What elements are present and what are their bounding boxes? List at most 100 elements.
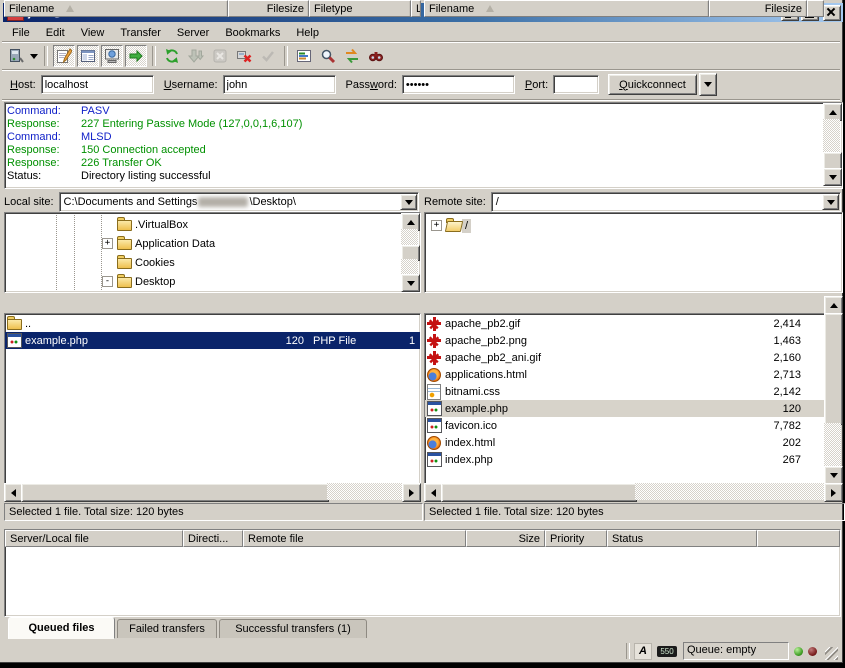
synchronized-browsing-icon[interactable] <box>341 45 363 67</box>
remote-file-row[interactable]: favicon.ico 7,782 <box>425 417 825 434</box>
local-tree-scroll-track[interactable] <box>401 259 418 274</box>
html-file-icon <box>427 436 441 450</box>
menu-item[interactable]: File <box>4 26 38 40</box>
port-input[interactable] <box>553 75 599 94</box>
local-file-row[interactable]: example.php 120 PHP File 1 <box>5 332 420 349</box>
remote-file-row[interactable]: bitnami.css 2,142 <box>425 383 825 400</box>
local-tree-item[interactable]: - Desktop <box>5 272 420 291</box>
tree-expander-icon[interactable]: - <box>102 276 113 287</box>
local-site-dropdown-icon[interactable] <box>400 194 417 210</box>
disconnect-icon[interactable] <box>233 45 255 67</box>
quickconnect-dropdown-icon[interactable] <box>699 73 717 96</box>
tab-queued-files[interactable]: Queued files <box>8 617 115 639</box>
local-hscroll-track[interactable] <box>327 483 402 500</box>
remote-file-row[interactable]: apache_pb2.png 1,463 <box>425 332 825 349</box>
local-tree-item[interactable]: + Application Data <box>5 234 420 253</box>
speed-limit-icon[interactable]: 550 <box>657 646 677 657</box>
html-file-icon <box>427 368 441 382</box>
queue-column-status[interactable]: Status <box>607 530 757 547</box>
remote-file-row[interactable]: example.php 120 <box>425 400 825 417</box>
password-input[interactable] <box>402 75 515 94</box>
log-scroll-track[interactable] <box>823 119 840 152</box>
toggle-transfer-queue-icon[interactable] <box>125 45 147 67</box>
local-column-filename[interactable]: Filename <box>4 0 228 17</box>
log-scroll-down-button[interactable] <box>823 168 842 186</box>
menu-item[interactable]: Server <box>169 26 217 40</box>
local-file-row[interactable]: .. <box>5 315 420 332</box>
remote-scroll-track[interactable] <box>824 423 841 466</box>
statusbar-separator <box>626 643 630 659</box>
toggle-local-tree-icon[interactable] <box>77 45 99 67</box>
quickconnect-button[interactable]: Quickconnect <box>608 74 697 95</box>
remote-hscroll-track[interactable] <box>635 483 824 500</box>
local-hscroll-thumb[interactable] <box>21 483 329 502</box>
image-file-icon <box>427 351 441 365</box>
local-tree-scroll-down-button[interactable] <box>401 274 420 292</box>
tab-failed-transfers[interactable]: Failed transfers <box>117 619 217 638</box>
queue-column-priority[interactable]: Priority <box>545 530 607 547</box>
remote-site-combo[interactable]: / <box>491 192 841 212</box>
remote-hscroll-thumb[interactable] <box>441 483 637 502</box>
reconnect-icon[interactable] <box>257 45 279 67</box>
remote-site-dropdown-icon[interactable] <box>822 194 839 210</box>
log-row: Command:MLSD <box>5 131 842 144</box>
image-file-icon <box>427 334 441 348</box>
close-button[interactable] <box>823 5 841 21</box>
remote-file-row[interactable]: apache_pb2.gif 2,414 <box>425 315 825 332</box>
password-label: Password: <box>346 79 397 91</box>
local-column-filetype[interactable]: Filetype <box>309 0 411 17</box>
local-tree-item[interactable]: Cookies <box>5 253 420 272</box>
local-site-combo[interactable]: C:\Documents and Settings\Desktop\ <box>59 192 419 212</box>
find-files-icon[interactable] <box>365 45 387 67</box>
transfer-queue: Server/Local file Directi... Remote file… <box>4 529 841 617</box>
remote-scroll-thumb[interactable] <box>824 313 843 425</box>
tree-expander-icon[interactable]: + <box>431 220 442 231</box>
log-row: Response:227 Entering Passive Mode (127,… <box>5 118 842 131</box>
toggle-message-log-icon[interactable] <box>53 45 75 67</box>
remote-file-row[interactable]: applications.html 2,713 <box>425 366 825 383</box>
process-queue-icon[interactable] <box>185 45 207 67</box>
local-scroll-right-button[interactable] <box>402 483 421 502</box>
remote-column-filler <box>807 0 824 17</box>
site-manager-dropdown-icon[interactable] <box>28 46 40 66</box>
remote-column-filename[interactable]: Filename <box>424 0 709 17</box>
activity-led-red-icon <box>808 647 817 656</box>
queue-column-remote-file[interactable]: Remote file <box>243 530 466 547</box>
data-type-indicator-icon[interactable]: A <box>634 643 652 660</box>
menu-item[interactable]: View <box>73 26 113 40</box>
remote-file-row[interactable]: index.php 267 <box>425 451 825 468</box>
username-input[interactable] <box>223 75 336 94</box>
sort-ascending-icon <box>486 5 494 12</box>
directory-filters-icon[interactable] <box>293 45 315 67</box>
remote-file-row[interactable]: apache_pb2_ani.gif 2,160 <box>425 349 825 366</box>
toggle-remote-tree-icon[interactable] <box>101 45 123 67</box>
menu-item[interactable]: Help <box>288 26 327 40</box>
host-input[interactable] <box>41 75 154 94</box>
menu-item[interactable]: Edit <box>38 26 73 40</box>
queue-column-direction[interactable]: Directi... <box>183 530 243 547</box>
separator <box>2 99 840 101</box>
remote-column-filesize[interactable]: Filesize <box>709 0 807 17</box>
queue-column-size[interactable]: Size <box>466 530 545 547</box>
tree-expander-icon[interactable]: + <box>102 238 113 249</box>
toolbar-separator <box>44 46 48 66</box>
queue-column-server-local-file[interactable]: Server/Local file <box>5 530 183 547</box>
local-file-list: .. example.php 120 PHP File 1 <box>4 313 421 485</box>
tab-successful-transfers[interactable]: Successful transfers (1) <box>219 619 367 638</box>
refresh-icon[interactable] <box>161 45 183 67</box>
resize-grip[interactable] <box>825 647 838 660</box>
menu-item[interactable]: Transfer <box>112 26 169 40</box>
cancel-operation-icon[interactable] <box>209 45 231 67</box>
local-tree: .VirtualBox + Application Data Cookies - <box>4 212 421 293</box>
site-manager-icon[interactable] <box>5 45 27 67</box>
local-tree-scroll-track[interactable] <box>401 229 418 245</box>
local-column-lastmodified[interactable]: L <box>411 0 421 17</box>
remote-scroll-right-button[interactable] <box>824 483 843 502</box>
local-column-filesize[interactable]: Filesize <box>228 0 309 17</box>
remote-file-list: apache_pb2.gif 2,414 apache_pb2.png 1,46… <box>424 313 826 485</box>
directory-comparison-icon[interactable] <box>317 45 339 67</box>
remote-tree-item[interactable]: + / <box>425 216 842 235</box>
local-tree-item[interactable]: .VirtualBox <box>5 215 420 234</box>
remote-file-row[interactable]: index.html 202 <box>425 434 825 451</box>
menu-item[interactable]: Bookmarks <box>217 26 288 40</box>
